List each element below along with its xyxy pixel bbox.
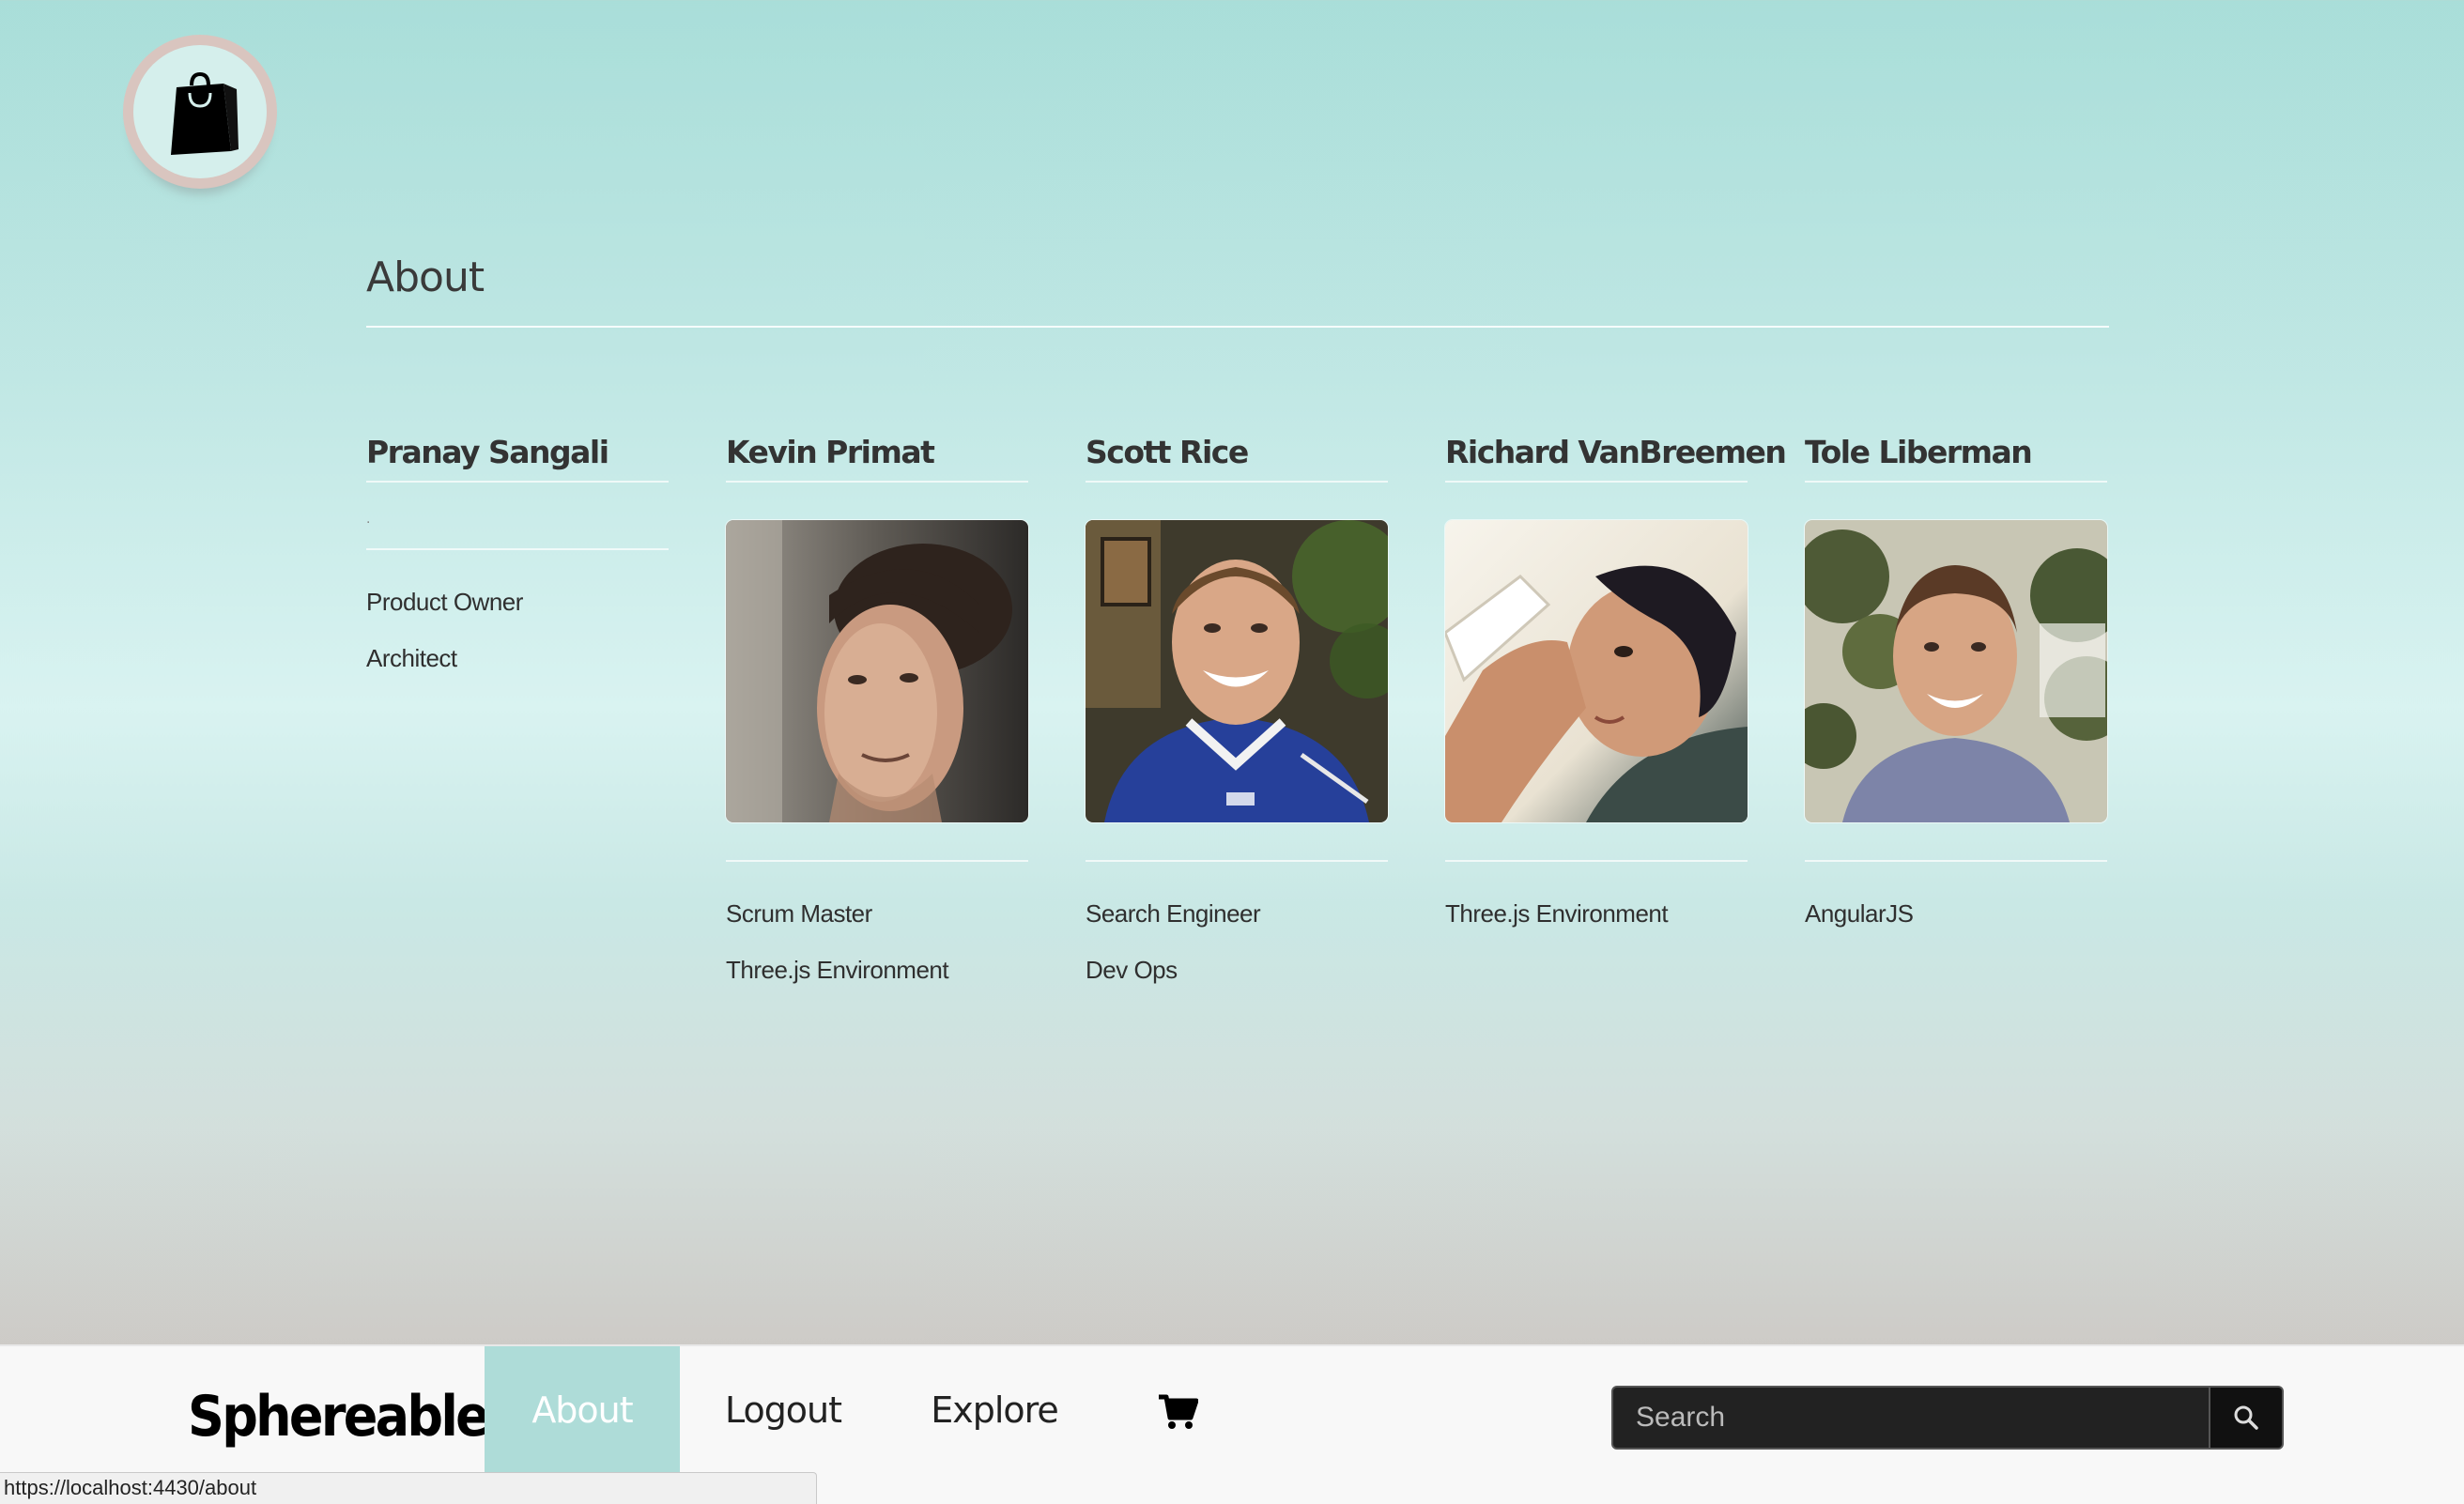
divider <box>726 860 1028 862</box>
divider <box>726 481 1028 483</box>
cart-button[interactable] <box>1131 1346 1224 1474</box>
divider <box>1445 860 1748 862</box>
divider <box>1805 860 2107 862</box>
divider <box>366 481 669 483</box>
search-button[interactable] <box>2209 1388 2282 1448</box>
title-divider <box>366 326 2109 328</box>
page-title: About <box>366 253 485 301</box>
nav-explore[interactable]: Explore <box>886 1346 1102 1474</box>
member-name: Richard VanBreemen <box>1445 434 1787 470</box>
member-roles: AngularJS <box>1805 899 2107 956</box>
member-roles: Scrum Master Three.js Environment <box>726 899 1028 1012</box>
member-role: Search Engineer <box>1086 899 1261 928</box>
team-member-card: Pranay Sangali . Product Owner Architect <box>366 434 669 700</box>
member-photo <box>726 520 1028 822</box>
member-role: Three.js Environment <box>726 956 949 984</box>
divider <box>1445 481 1748 483</box>
nav-logout[interactable]: Logout <box>680 1346 886 1474</box>
shopping-cart-icon <box>1159 1394 1198 1429</box>
team-member-card: Kevin Primat Scrum Master Three.js Envir… <box>726 434 1028 1012</box>
divider <box>366 548 669 550</box>
member-role: Three.js Environment <box>1445 899 1669 928</box>
photo-placeholder: . <box>366 511 371 527</box>
member-role: AngularJS <box>1805 899 1914 928</box>
nav-about[interactable]: About <box>485 1346 680 1474</box>
member-photo <box>1445 520 1748 822</box>
shopping-bag-icon <box>171 71 239 155</box>
member-role: Architect <box>366 644 457 672</box>
status-bar-url: https://localhost:4430/about <box>0 1472 817 1504</box>
member-name: Scott Rice <box>1086 434 1249 470</box>
search-input[interactable] <box>1613 1388 2209 1448</box>
search-form <box>1611 1386 2284 1450</box>
member-photo <box>1086 520 1388 822</box>
member-name: Tole Liberman <box>1805 434 2033 470</box>
team-member-card: Richard VanBreemen Three.js Environment <box>1445 434 1787 956</box>
member-role: Dev Ops <box>1086 956 1178 984</box>
member-roles: Product Owner Architect <box>366 588 669 700</box>
member-role: Scrum Master <box>726 899 872 928</box>
divider <box>1805 481 2107 483</box>
divider <box>1086 860 1388 862</box>
site-logo[interactable] <box>123 35 277 189</box>
member-roles: Search Engineer Dev Ops <box>1086 899 1388 1012</box>
divider <box>1086 481 1388 483</box>
member-role: Product Owner <box>366 588 523 616</box>
team-member-card: Scott Rice Search Engineer Dev Ops <box>1086 434 1388 1012</box>
member-name: Kevin Primat <box>726 434 935 470</box>
member-roles: Three.js Environment <box>1445 899 1748 956</box>
search-icon <box>2234 1405 2258 1430</box>
member-name: Pranay Sangali <box>366 434 609 470</box>
brand-logo[interactable]: Sphereable <box>188 1384 490 1450</box>
member-photo <box>1805 520 2107 822</box>
team-member-card: Tole Liberman AngularJS <box>1805 434 2107 956</box>
